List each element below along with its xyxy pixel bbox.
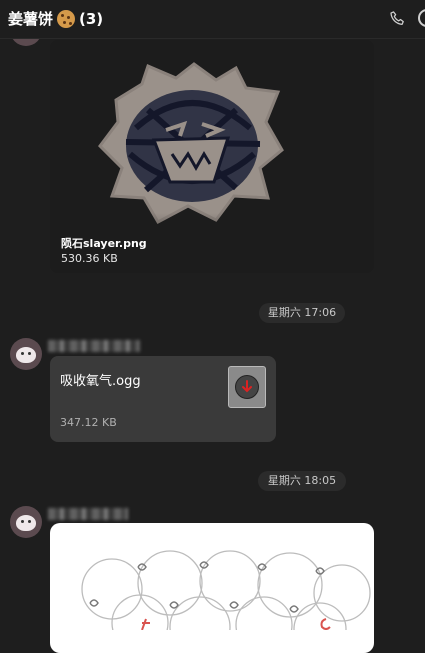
video-call-icon[interactable] [418, 9, 425, 27]
sender-name-blurred [48, 508, 128, 520]
image-message[interactable] [50, 523, 374, 653]
phone-icon[interactable] [388, 9, 408, 29]
audio-file-download-icon[interactable] [228, 366, 266, 408]
chat-name: 姜薯饼 [8, 10, 54, 28]
chat-title[interactable]: 姜薯饼 (3) [8, 8, 103, 29]
file-name: 吸收氧气.ogg [60, 374, 141, 389]
cookie-icon [57, 9, 76, 28]
file-size: 347.12 KB [60, 416, 117, 429]
timestamp: 星期六 17:06 [259, 303, 345, 323]
timestamp: 星期六 18:05 [258, 471, 346, 491]
avatar[interactable] [10, 338, 42, 370]
download-arrow-icon [242, 380, 252, 393]
member-count: (3) [79, 9, 104, 28]
image-file-size: 530.36 KB [61, 252, 118, 265]
doodle-image [81, 550, 371, 653]
image-file-name: 陨石slayer.png [61, 237, 147, 250]
image-message[interactable]: 陨石slayer.png 530.36 KB [50, 40, 374, 273]
sender-name-blurred [48, 340, 140, 352]
chat-header: 姜薯饼 (3) [0, 0, 425, 39]
file-message[interactable]: 吸收氧气.ogg 347.12 KB [50, 356, 276, 442]
avatar[interactable] [10, 506, 42, 538]
sticker-image [98, 62, 284, 225]
